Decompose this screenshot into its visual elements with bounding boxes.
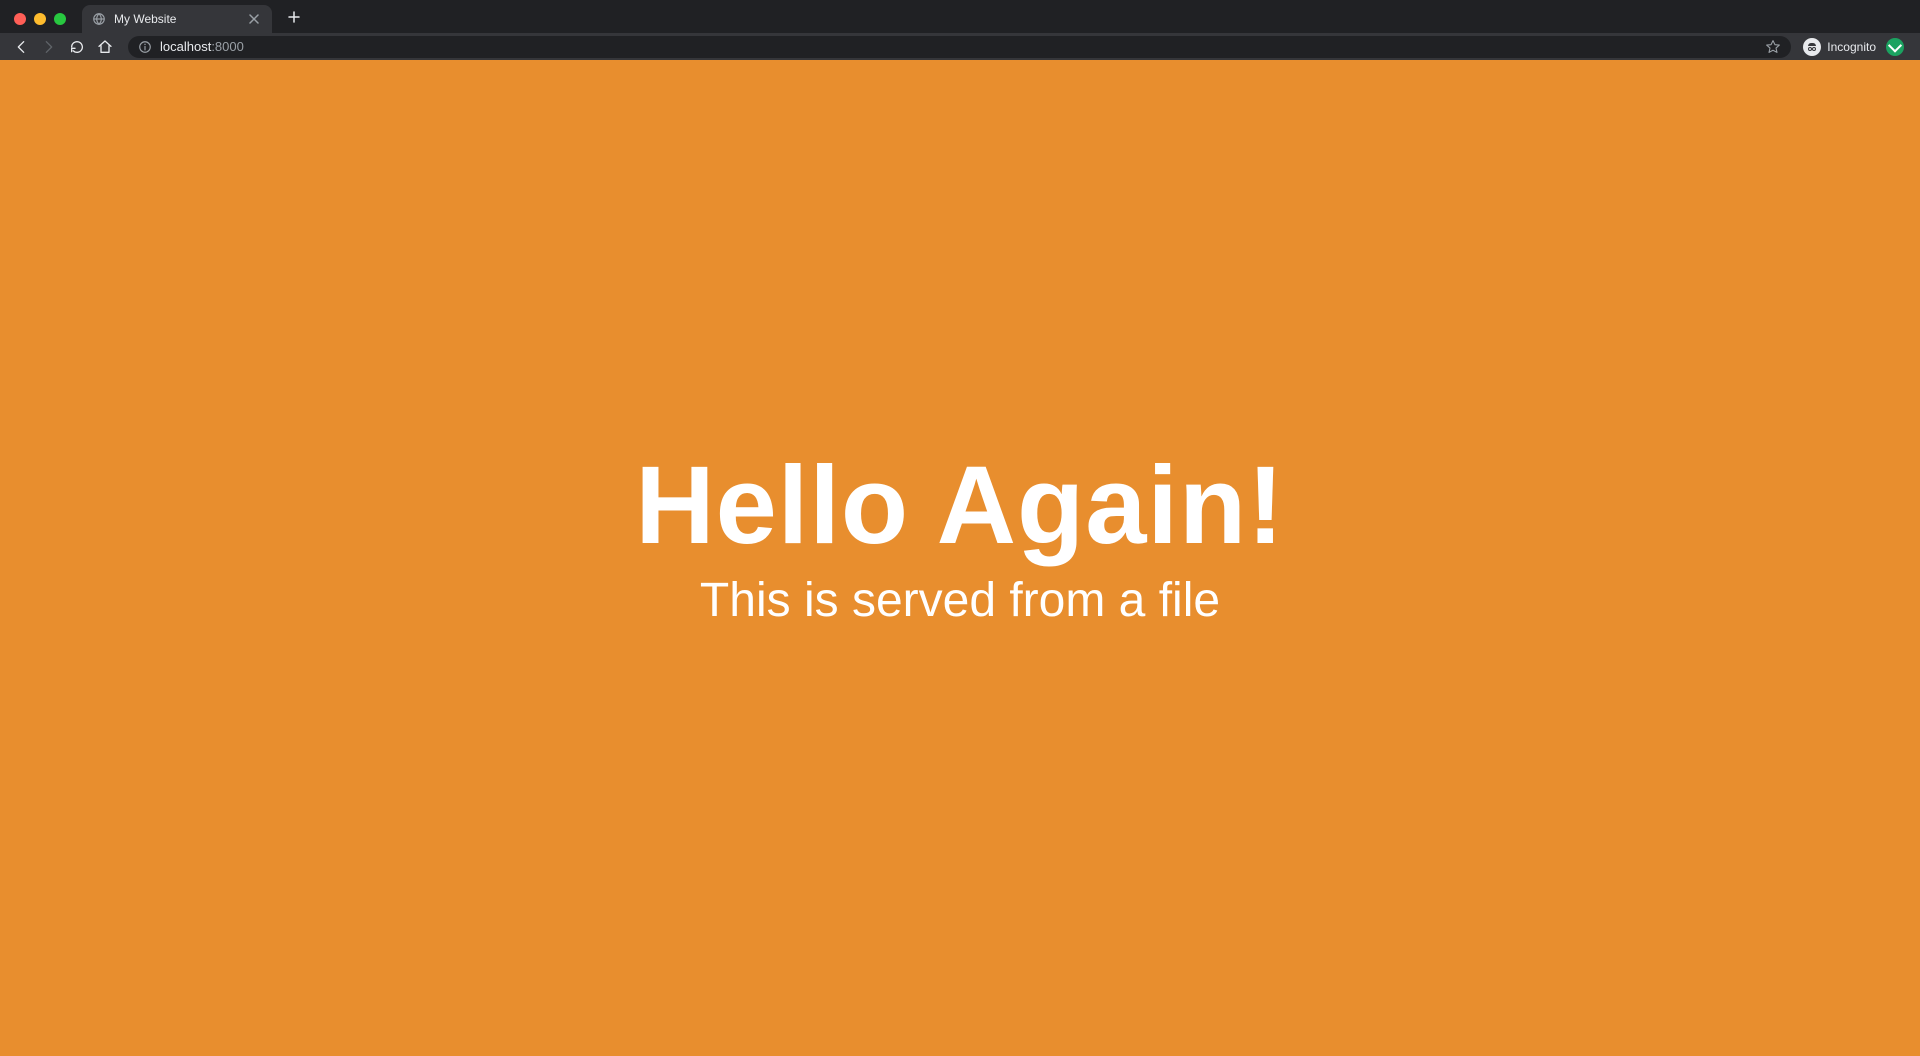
plus-icon — [288, 11, 300, 23]
tab-title: My Website — [114, 12, 246, 26]
home-icon — [97, 39, 113, 55]
window-close-button[interactable] — [14, 13, 26, 25]
reload-button[interactable] — [66, 36, 88, 58]
browser-chrome: My Website — [0, 0, 1920, 60]
info-icon — [138, 40, 152, 54]
tab-bar: My Website — [0, 0, 1920, 33]
window-maximize-button[interactable] — [54, 13, 66, 25]
window-minimize-button[interactable] — [34, 13, 46, 25]
address-bar[interactable]: localhost:8000 — [128, 36, 1791, 58]
back-button[interactable] — [10, 36, 32, 58]
toolbar-right: Incognito — [1803, 38, 1910, 56]
arrow-left-icon — [13, 39, 29, 55]
url-host: localhost — [160, 39, 211, 54]
page-subheading: This is served from a file — [700, 573, 1220, 628]
profile-button[interactable] — [1886, 38, 1904, 56]
incognito-icon — [1803, 38, 1821, 56]
bookmark-button[interactable] — [1765, 39, 1781, 55]
page-content: Hello Again! This is served from a file — [0, 60, 1920, 1056]
browser-tab[interactable]: My Website — [82, 5, 272, 33]
incognito-label: Incognito — [1827, 40, 1876, 54]
incognito-indicator[interactable]: Incognito — [1803, 38, 1876, 56]
reload-icon — [69, 39, 85, 55]
arrow-right-icon — [41, 39, 57, 55]
tab-close-button[interactable] — [246, 11, 262, 27]
forward-button[interactable] — [38, 36, 60, 58]
url-port: :8000 — [211, 39, 244, 54]
page-heading: Hello Again! — [635, 448, 1285, 564]
home-button[interactable] — [94, 36, 116, 58]
close-icon — [249, 14, 259, 24]
window-controls — [10, 13, 76, 33]
site-info-button[interactable] — [138, 40, 152, 54]
browser-toolbar: localhost:8000 Incognito — [0, 33, 1920, 60]
new-tab-button[interactable] — [280, 3, 308, 31]
globe-icon — [92, 12, 106, 26]
star-icon — [1765, 39, 1781, 55]
